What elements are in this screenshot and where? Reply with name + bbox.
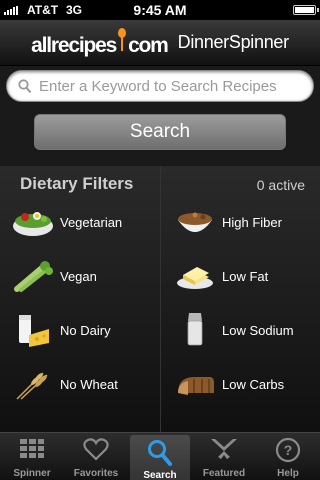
search-section: Search [0,66,320,166]
tab-label: Search [143,470,177,480]
logo-brand: allrecipes com [31,27,169,58]
filter-label: Low Fat [222,268,269,284]
svg-text:?: ? [284,442,293,458]
search-input[interactable] [6,70,314,102]
butter-icon [172,256,218,296]
filter-label: Low Carbs [222,376,285,392]
question-icon: ? [256,437,320,465]
battery-icon [293,5,319,15]
tab-label: Favorites [73,468,119,479]
filter-low-carbs[interactable]: Low Carbs [172,357,320,411]
status-bar: AT&T 3G 9:45 AM [0,0,320,20]
filters-title: Dietary Filters [20,174,134,193]
allrecipes-logo: allrecipes com DinnerSpinner [31,27,289,58]
filter-no-wheat[interactable]: No Wheat [10,357,160,411]
filter-label: Vegetarian [60,214,123,230]
filter-high-fiber[interactable]: High Fiber [172,195,320,249]
magnifier-icon [130,439,190,467]
bread-icon [172,364,218,404]
tab-search[interactable]: Search [130,435,190,480]
tab-label: Spinner [13,468,51,479]
tab-spinner[interactable]: Spinner [0,433,64,480]
filter-no-dairy[interactable]: No Dairy [10,303,160,357]
heart-icon [64,437,128,465]
tab-help[interactable]: ? Help [256,433,320,480]
search-button[interactable]: Search [34,114,286,150]
tab-bar: Spinner Favorites Search Featured ? Help [0,432,320,480]
filter-label: Low Sodium [222,322,294,338]
column-divider [160,166,161,432]
salt-shaker-icon [172,310,218,350]
status-time: 9:45 AM [133,2,187,18]
filter-label: High Fiber [222,214,282,230]
milk-cheese-icon [10,310,56,350]
active-filter-count: 0 active [256,177,305,193]
filter-low-fat[interactable]: Low Fat [172,249,320,303]
tab-featured[interactable]: Featured [192,433,256,480]
filter-vegetarian[interactable]: Vegetarian [10,195,160,249]
wheat-icon [10,364,56,404]
utensils-icon [192,437,256,465]
spoon-icon [117,27,127,52]
tab-label: Featured [202,468,246,479]
search-icon [18,79,31,93]
filter-label: No Wheat [60,376,118,392]
dietary-filters-panel: Dietary Filters 0 active Vegetarian High… [0,166,320,432]
filter-vegan[interactable]: Vegan [10,249,160,303]
cereal-bowl-icon [172,202,218,242]
grid-icon [0,437,64,465]
tab-label: Help [277,468,299,479]
app-header: allrecipes com DinnerSpinner [0,20,320,66]
filter-label: No Dairy [60,322,111,338]
filter-label: Vegan [60,268,97,284]
salad-icon [10,202,56,242]
filter-low-sodium[interactable]: Low Sodium [172,303,320,357]
logo-app-name: DinnerSpinner [177,32,289,52]
celery-icon [10,256,56,296]
tab-favorites[interactable]: Favorites [64,433,128,480]
